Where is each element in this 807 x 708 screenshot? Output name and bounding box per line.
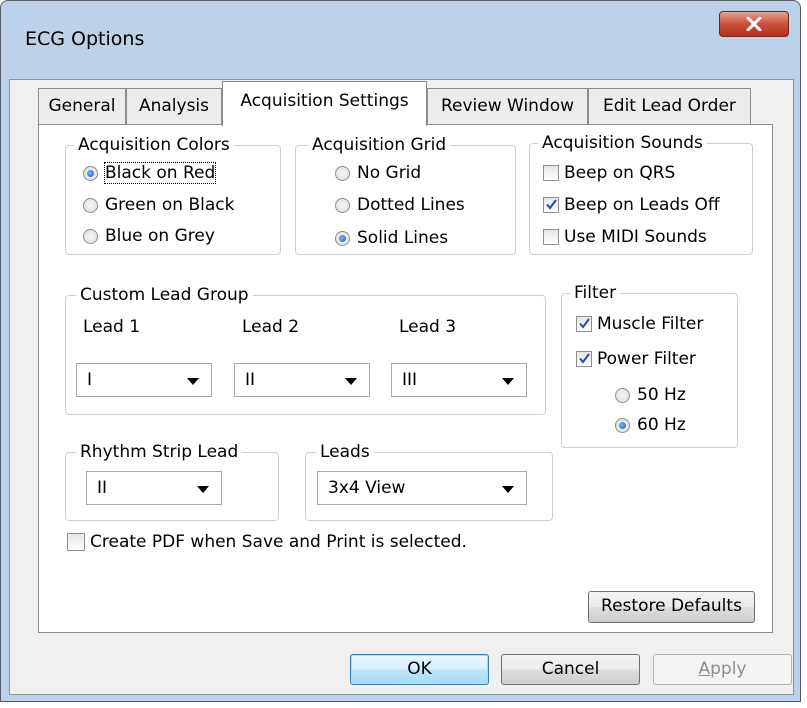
dropdown-arrow-icon [502,378,514,385]
leads-value: 3x4 View [328,478,406,498]
radio-label: 50 Hz [637,385,686,405]
acquisition-sounds-title: Acquisition Sounds [538,131,707,155]
radio-label: No Grid [357,163,422,183]
tab-general-label: General [48,96,116,116]
checkmark-icon [579,353,590,364]
radio-button[interactable] [83,165,98,181]
tab-analysis[interactable]: Analysis [126,88,222,124]
lead-2-value: II [245,370,256,390]
tab-edit-lead-order[interactable]: Edit Lead Order [588,88,751,124]
radio-button[interactable] [83,197,98,213]
radio-blue-on-grey[interactable]: Blue on Grey [83,226,215,246]
checkmark-icon [579,318,590,329]
custom-lead-group: Custom Lead Group [65,283,546,415]
checkbox-label: Create PDF when Save and Print is select… [90,532,467,552]
leads-title: Leads [316,440,374,464]
rhythm-strip-lead-value: II [97,478,108,498]
radio-dotted-lines[interactable]: Dotted Lines [335,195,465,215]
title-bar[interactable]: ECG Options [1,1,800,79]
close-icon [746,17,762,31]
radio-button[interactable] [83,228,98,244]
tab-review-window[interactable]: Review Window [427,88,588,124]
acquisition-grid-title: Acquisition Grid [308,133,451,157]
leads-select[interactable]: 3x4 View [317,471,527,505]
lead-3-value: III [402,370,418,390]
radio-label: Dotted Lines [357,195,465,215]
lead-2-select[interactable]: II [234,363,370,397]
checkbox-power-filter[interactable]: Power Filter [576,349,696,369]
radio-label: Blue on Grey [105,226,215,246]
radio-button[interactable] [335,197,350,213]
checkbox-beep-on-leads-off[interactable]: Beep on Leads Off [543,195,720,215]
checkbox-create-pdf[interactable]: Create PDF when Save and Print is select… [67,532,467,552]
radio-60-hz[interactable]: 60 Hz [615,415,686,435]
radio-label: Black on Red [103,162,217,184]
lead-2-label: Lead 2 [242,317,300,337]
checkbox-beep-on-qrs[interactable]: Beep on QRS [543,163,675,183]
checkbox-label: Power Filter [597,349,696,369]
restore-defaults-button[interactable]: Restore Defaults [588,591,755,623]
checkbox-muscle-filter[interactable]: Muscle Filter [576,314,703,334]
radio-no-grid[interactable]: No Grid [335,163,421,183]
tab-edit-lead-order-label: Edit Lead Order [603,96,736,116]
checkbox[interactable] [576,316,592,332]
acquisition-colors-title: Acquisition Colors [74,133,234,157]
radio-label: 60 Hz [637,415,686,435]
ecg-options-dialog: ECG Options General Analysis Acquisition… [0,0,801,702]
checkbox-label: Beep on Leads Off [564,195,720,215]
cancel-label: Cancel [541,659,600,679]
radio-label: Green on Black [105,195,235,215]
dropdown-arrow-icon [345,378,357,385]
restore-defaults-label: Restore Defaults [601,596,742,616]
apply-accelerator: A [698,659,711,679]
ok-label: OK [407,659,432,679]
checkbox-label: Use MIDI Sounds [564,227,707,247]
radio-solid-lines[interactable]: Solid Lines [335,228,448,248]
radio-label: Solid Lines [357,228,449,248]
lead-1-label: Lead 1 [83,317,141,337]
tab-general[interactable]: General [38,88,126,124]
checkbox[interactable] [543,229,559,245]
tab-review-window-label: Review Window [440,96,575,116]
ok-button[interactable]: OK [350,654,489,685]
cancel-button[interactable]: Cancel [501,654,640,685]
checkbox-label: Muscle Filter [597,314,704,334]
checkmark-icon [546,199,557,210]
tab-acquisition-settings-label: Acquisition Settings [240,91,409,111]
checkbox-label: Beep on QRS [564,163,676,183]
window-title: ECG Options [25,28,145,50]
lead-3-select[interactable]: III [391,363,527,397]
close-button[interactable] [719,11,789,37]
checkbox[interactable] [576,351,592,367]
lead-1-value: I [87,370,93,390]
custom-lead-group-title: Custom Lead Group [76,283,253,307]
radio-button[interactable] [335,230,350,246]
rhythm-strip-lead-title: Rhythm Strip Lead [76,440,243,464]
rhythm-strip-lead-select[interactable]: II [86,471,222,505]
dropdown-arrow-icon [187,378,199,385]
apply-label: pply [710,659,747,679]
lead-1-select[interactable]: I [76,363,212,397]
checkbox[interactable] [543,197,559,213]
dropdown-arrow-icon [502,486,514,493]
checkbox-use-midi-sounds[interactable]: Use MIDI Sounds [543,227,707,247]
tab-analysis-label: Analysis [138,96,210,116]
lead-3-label: Lead 3 [399,317,457,337]
radio-green-on-black[interactable]: Green on Black [83,195,234,215]
checkbox[interactable] [67,533,85,551]
radio-50-hz[interactable]: 50 Hz [615,385,686,405]
radio-button[interactable] [615,417,630,433]
checkbox[interactable] [543,165,559,181]
radio-button[interactable] [335,165,350,181]
tab-acquisition-settings[interactable]: Acquisition Settings [222,81,427,126]
apply-button[interactable]: Apply [653,654,792,685]
dropdown-arrow-icon [197,486,209,493]
filter-title: Filter [570,281,621,305]
radio-button[interactable] [615,387,630,403]
radio-black-on-red[interactable]: Black on Red [83,162,217,184]
